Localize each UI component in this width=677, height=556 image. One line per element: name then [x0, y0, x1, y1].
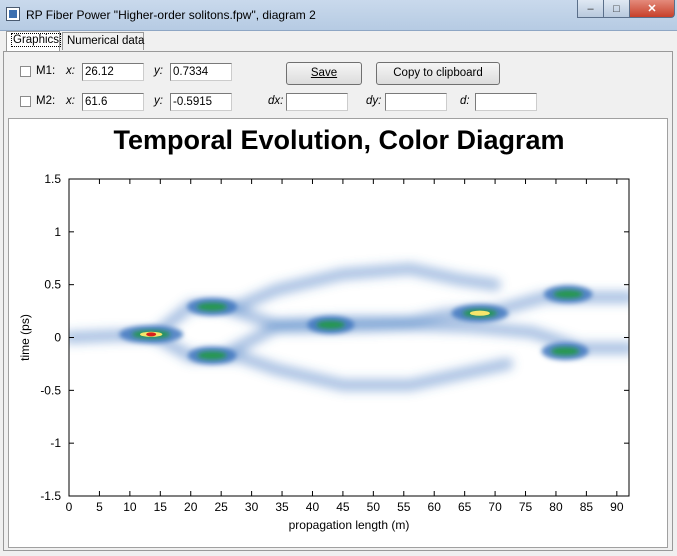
copy-to-clipboard-button[interactable]: Copy to clipboard: [376, 62, 500, 85]
heatmap-peak-3: [187, 346, 237, 365]
heatmap-peak-2: [187, 297, 238, 316]
close-button[interactable]: ✕: [629, 0, 675, 18]
x-tick-label: 5: [96, 500, 103, 514]
minimize-button[interactable]: –: [577, 0, 604, 18]
m1-y-field[interactable]: 0.7334: [170, 63, 232, 81]
save-button[interactable]: Save: [286, 62, 362, 85]
m2-y-label: y:: [154, 95, 163, 107]
heatmap-peak-5: [451, 304, 509, 323]
plot-frame: Temporal Evolution, Color Diagram 0 5 10 15…: [8, 118, 668, 548]
x-tick-label: 10: [123, 500, 137, 514]
x-tick-label: 45: [336, 500, 350, 514]
dy-field[interactable]: [385, 93, 447, 111]
x-tick-label: 65: [458, 500, 472, 514]
x-tick-label: 15: [154, 500, 168, 514]
x-tick-label: 50: [367, 500, 381, 514]
y-tick-label: -1: [50, 436, 61, 450]
app-icon[interactable]: [6, 7, 20, 21]
x-tick-label: 80: [549, 500, 563, 514]
m2-y-field[interactable]: -0.5915: [170, 93, 232, 111]
tab-numerical-data-label: Numerical data: [67, 35, 145, 47]
copy-button-label: Copy to clipboard: [393, 67, 483, 79]
heatmap-peak-4: [307, 315, 355, 334]
save-button-label: Save: [310, 67, 338, 79]
tab-graphics-label: Graphics: [11, 33, 62, 47]
x-tick-label: 25: [214, 500, 228, 514]
m2-x-label: x:: [66, 95, 75, 107]
heatmap-layer: [69, 179, 629, 496]
x-tick-label: 85: [580, 500, 594, 514]
x-tick-label: 55: [397, 500, 411, 514]
dx-field[interactable]: [286, 93, 348, 111]
x-tick-label: 35: [275, 500, 289, 514]
m1-checkbox[interactable]: [20, 66, 31, 77]
m2-label: M2:: [36, 95, 56, 107]
x-tick-label: 30: [245, 500, 259, 514]
window-title: RP Fiber Power "Higher-order solitons.fp…: [26, 8, 316, 22]
m1-y-label: y:: [154, 65, 163, 77]
maximize-button[interactable]: □: [603, 0, 630, 18]
x-tick-label: 40: [306, 500, 320, 514]
x-tick-label: 75: [519, 500, 533, 514]
tab-numerical-data[interactable]: Numerical data: [62, 32, 144, 50]
y-tick-label: -0.5: [40, 383, 61, 397]
y-tick-label: -1.5: [40, 489, 61, 503]
y-tick-label: 1.5: [44, 172, 61, 186]
x-tick-label: 70: [488, 500, 502, 514]
m1-x-field[interactable]: 26.12: [82, 63, 144, 81]
m1-x-label: x:: [66, 65, 75, 77]
y-axis-label: time (ps): [18, 314, 32, 361]
title-bar: RP Fiber Power "Higher-order solitons.fp…: [0, 0, 677, 31]
y-tick-label: 1: [54, 225, 61, 239]
y-tick-label: 0: [54, 331, 61, 345]
tab-graphics[interactable]: Graphics: [6, 31, 62, 51]
x-tick-label: 0: [66, 500, 73, 514]
m2-checkbox[interactable]: [20, 96, 31, 107]
y-tick-label: 0.5: [44, 278, 61, 292]
x-axis-label: propagation length (m): [289, 518, 410, 532]
dy-label: dy:: [366, 95, 382, 107]
m1-label: M1:: [36, 65, 56, 77]
x-tick-label: 20: [184, 500, 198, 514]
d-field[interactable]: [475, 93, 537, 111]
chart-svg: 0 5 10 15 20 25 30 35 40 45 50 55 60 65 70 75 80 85 90 1.5…: [18, 172, 630, 532]
x-tick-label: 60: [428, 500, 442, 514]
x-tick-label: 90: [610, 500, 624, 514]
heatmap-peak-7: [541, 342, 589, 361]
heatmap-peak-6: [543, 285, 593, 304]
heatmap-peak-1: [119, 325, 184, 344]
m2-x-field[interactable]: 61.6: [82, 93, 144, 111]
d-label: d:: [460, 95, 470, 107]
dx-label: dx:: [268, 95, 284, 107]
